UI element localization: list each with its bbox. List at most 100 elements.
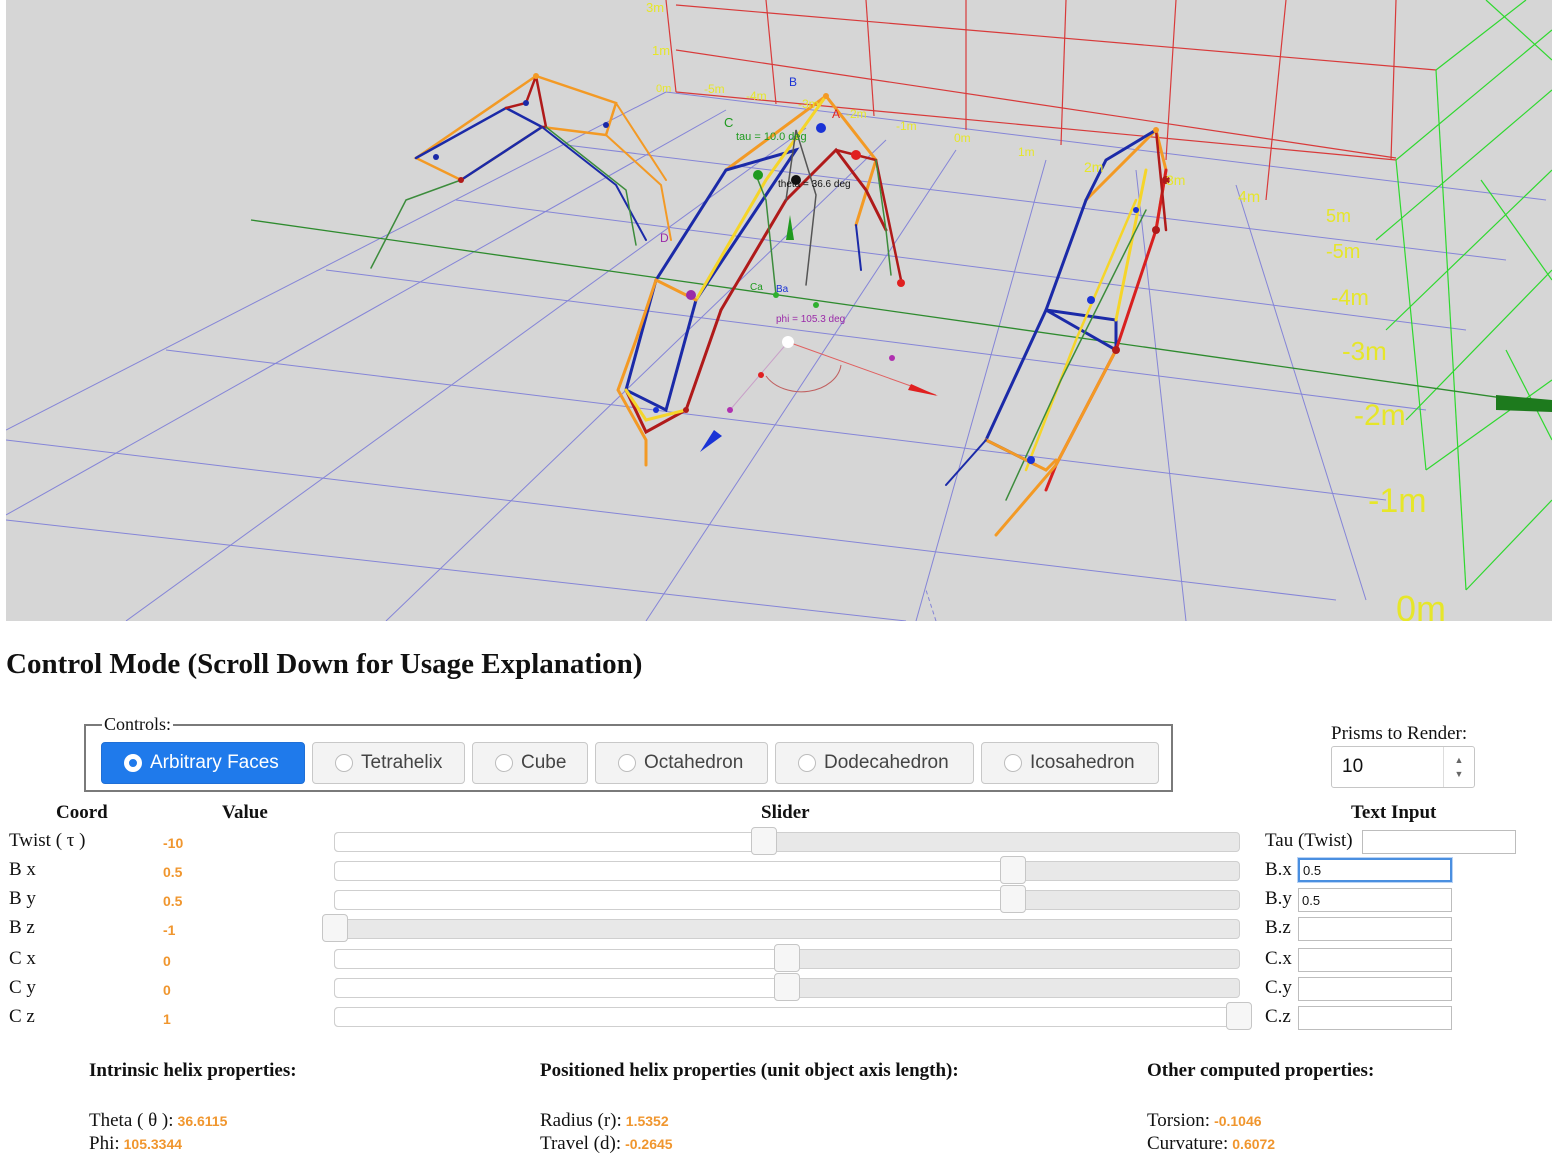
- slider-cx[interactable]: [334, 944, 1240, 972]
- prism-cluster-left: [370, 73, 672, 269]
- column-header-coord: Coord: [56, 802, 108, 823]
- mode-button-label: Dodecahedron: [824, 752, 949, 773]
- radius-value: 1.5352: [625, 1113, 669, 1129]
- wall-label: 1m: [652, 43, 670, 58]
- phi-label: Phi:: [89, 1133, 120, 1154]
- slider-cy[interactable]: [334, 973, 1240, 1001]
- bx-text-input[interactable]: 0.5: [1298, 858, 1452, 882]
- wall-label: -2m: [846, 107, 867, 121]
- slider-handle[interactable]: [774, 973, 800, 1001]
- value-cz: 1: [163, 1011, 171, 1027]
- slider-cz[interactable]: [334, 1002, 1252, 1030]
- radio-icon: [495, 754, 513, 772]
- prisms-value: 10: [1342, 756, 1364, 777]
- value-by: 0.5: [163, 893, 183, 909]
- mode-button-tetrahelix[interactable]: Tetrahelix: [312, 742, 465, 784]
- prisms-number-input[interactable]: 10 ▲ ▼: [1331, 746, 1475, 788]
- theta-property: Theta ( θ ): 36.6115: [89, 1110, 227, 1132]
- slider-bx[interactable]: [334, 856, 1240, 884]
- controls-legend: Controls:: [104, 714, 172, 734]
- vector-label-c: C: [724, 115, 733, 130]
- slider-handle[interactable]: [1000, 885, 1026, 913]
- curvature-value: 0.6072: [1232, 1136, 1276, 1152]
- slider-fill: [335, 862, 1013, 880]
- stepper-up-icon[interactable]: ▲: [1455, 753, 1464, 767]
- wall-label: 0m: [656, 83, 671, 95]
- cx-text-input[interactable]: [1298, 948, 1452, 972]
- radio-icon: [1004, 754, 1022, 772]
- radio-icon: [618, 754, 636, 772]
- curvature-property: Curvature: 0.6072: [1147, 1133, 1275, 1155]
- vector-label-b: B: [789, 75, 797, 89]
- other-properties-heading: Other computed properties:: [1147, 1060, 1375, 1081]
- theta-label: Theta ( θ ):: [89, 1110, 174, 1131]
- slider-handle[interactable]: [322, 914, 348, 942]
- value-bz: -1: [163, 922, 176, 938]
- input-label-bx: B.x: [1265, 859, 1292, 880]
- theta-angle-label: theta = 36.6 deg: [778, 179, 851, 190]
- mode-button-label: Arbitrary Faces: [150, 752, 279, 773]
- curvature-label: Curvature:: [1147, 1133, 1229, 1154]
- slider-fill: [335, 979, 787, 997]
- radius-label: Radius (r):: [540, 1110, 622, 1131]
- wall-label: -4m: [1331, 285, 1369, 310]
- mode-button-arbitrary-faces[interactable]: Arbitrary Faces: [101, 742, 305, 784]
- mode-button-icosahedron[interactable]: Icosahedron: [981, 742, 1159, 784]
- wall-label: -3m: [798, 97, 819, 111]
- mode-button-label: Tetrahelix: [361, 752, 443, 773]
- tau-angle-label: tau = 10.0 deg: [736, 131, 807, 143]
- by-text-input[interactable]: 0.5: [1298, 888, 1452, 912]
- value-bx: 0.5: [163, 864, 183, 880]
- cy-text-input[interactable]: [1298, 977, 1452, 1001]
- input-label-cx: C.x: [1265, 948, 1292, 969]
- slider-handle[interactable]: [1226, 1002, 1252, 1030]
- intrinsic-properties-heading: Intrinsic helix properties:: [89, 1060, 297, 1081]
- wall-label: 0m: [1396, 588, 1446, 621]
- travel-label: Travel (d):: [540, 1133, 622, 1154]
- wall-label: 3m: [646, 0, 664, 15]
- slider-handle[interactable]: [774, 944, 800, 972]
- stepper-down-icon[interactable]: ▼: [1455, 767, 1464, 781]
- theta-value: 36.6115: [177, 1113, 228, 1129]
- phi-angle-label: phi = 105.3 deg: [776, 314, 845, 325]
- wall-label: -3m: [1342, 336, 1387, 366]
- slider-bz[interactable]: [322, 914, 1240, 942]
- wall-label: -1m: [1368, 482, 1427, 520]
- slider-handle[interactable]: [1000, 856, 1026, 884]
- mode-button-label: Icosahedron: [1030, 752, 1135, 773]
- column-header-text-input: Text Input: [1351, 802, 1437, 823]
- prism-cluster-right: [945, 127, 1170, 537]
- bz-text-input[interactable]: [1298, 917, 1452, 941]
- radio-selected-icon: [124, 754, 142, 772]
- slider-twist[interactable]: [334, 827, 1240, 855]
- prism-cluster-middle: [616, 93, 905, 467]
- wall-label: 0m: [954, 131, 971, 145]
- mode-button-cube[interactable]: Cube: [472, 742, 588, 784]
- scene-canvas[interactable]: 3m 1m 0m -5m -4m -3m -2m -1m 0m 1m 2m 3m…: [6, 0, 1552, 621]
- prisms-stepper[interactable]: ▲ ▼: [1443, 747, 1474, 787]
- mode-button-dodecahedron[interactable]: Dodecahedron: [775, 742, 974, 784]
- phi-property: Phi: 105.3344: [89, 1133, 182, 1155]
- coord-label-bz: B z: [9, 917, 35, 938]
- cz-text-input[interactable]: [1298, 1006, 1452, 1030]
- prisms-label: Prisms to Render:: [1331, 723, 1468, 744]
- mode-button-octahedron[interactable]: Octahedron: [595, 742, 768, 784]
- mode-button-label: Cube: [521, 752, 567, 773]
- wall-label: 5m: [1326, 206, 1351, 226]
- tau-text-input[interactable]: [1362, 830, 1516, 854]
- radio-icon: [798, 754, 816, 772]
- slider-fill: [335, 1008, 1239, 1026]
- value-twist: -10: [163, 835, 184, 851]
- coord-label-bx: B x: [9, 859, 36, 880]
- 3d-helix-viewport[interactable]: 3m 1m 0m -5m -4m -3m -2m -1m 0m 1m 2m 3m…: [6, 0, 1552, 621]
- slider-by[interactable]: [334, 885, 1240, 913]
- radio-icon: [335, 754, 353, 772]
- wall-label: -4m: [746, 89, 767, 103]
- phi-value: 105.3344: [123, 1136, 183, 1152]
- wall-label: 4m: [1238, 189, 1260, 206]
- input-label-by: B.y: [1265, 888, 1292, 909]
- slider-handle[interactable]: [751, 827, 778, 855]
- positioned-properties-heading: Positioned helix properties (unit object…: [540, 1060, 959, 1081]
- value-cx: 0: [163, 953, 171, 969]
- coord-label-by: B y: [9, 888, 36, 909]
